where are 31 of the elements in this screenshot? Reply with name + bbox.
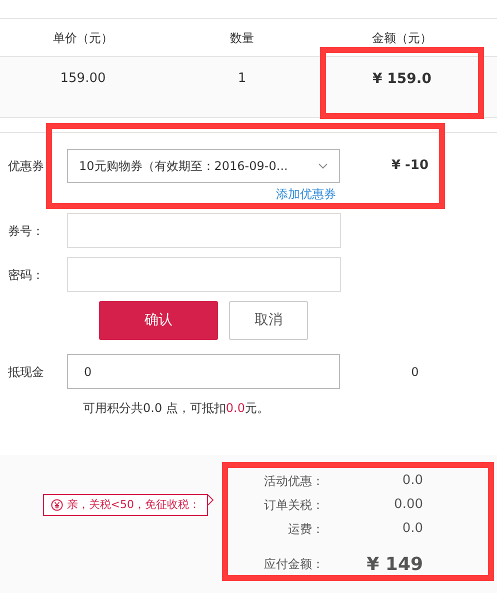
table-cell-text: ¥ 159.0 xyxy=(372,70,432,89)
summary-label: 活动优惠： xyxy=(264,473,324,490)
table-cell-text: 1 xyxy=(238,70,246,88)
input-field[interactable] xyxy=(67,257,341,292)
tooltip-text: 亲，关税<50，免征收税： xyxy=(66,496,200,513)
summary-value: 0.0 xyxy=(402,472,423,490)
summary-label: 应付金额： xyxy=(264,556,324,573)
summary-label: 订单关税： xyxy=(264,497,324,514)
table-cell-text: 159.00 xyxy=(60,70,106,88)
confirm-button[interactable]: 确认 xyxy=(99,301,218,340)
add-coupon-link[interactable]: 添加优惠券 xyxy=(276,185,336,203)
field-label: 优惠券 xyxy=(8,158,44,175)
column-header: 单价（元） xyxy=(53,30,113,46)
field-label: 密码： xyxy=(8,266,44,284)
field-label: 券号： xyxy=(8,222,44,240)
total-amount: ¥ 149 xyxy=(366,552,423,576)
input-field[interactable] xyxy=(67,213,341,248)
summary-label: 运费： xyxy=(288,521,324,538)
summary-value: 0.0 xyxy=(402,520,423,538)
points-hint: 可用积分共0.0 点，可抵扣0.0元。 xyxy=(83,400,270,417)
points-amount: 0 xyxy=(411,364,419,380)
chevron-down-icon xyxy=(318,163,328,169)
coupon-dropdown[interactable]: 10元购物券（有效期至：2016-09-0... xyxy=(67,149,340,183)
summary-value: 0.00 xyxy=(394,496,423,514)
column-header: 金额（元） xyxy=(372,30,432,46)
input-field[interactable]: 0 xyxy=(67,354,340,389)
cancel-button[interactable]: 取消 xyxy=(229,301,308,340)
field-label: 抵现金 xyxy=(8,364,44,380)
yen-icon xyxy=(50,499,63,511)
coupon-amount: ¥ -10 xyxy=(391,157,429,176)
column-header: 数量 xyxy=(230,30,254,46)
